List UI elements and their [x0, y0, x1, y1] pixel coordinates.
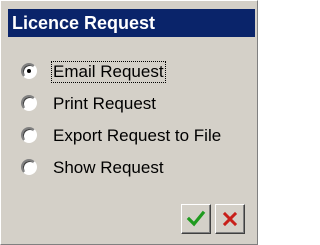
radio-button-export-request[interactable]	[21, 127, 37, 143]
radio-button-email-request[interactable]	[21, 63, 37, 79]
radio-label-email-request[interactable]: Email Request	[51, 61, 166, 83]
radio-button-print-request[interactable]	[21, 95, 37, 111]
checkmark-icon	[186, 210, 206, 227]
radio-selected-dot	[27, 69, 31, 73]
radio-label-print-request[interactable]: Print Request	[51, 93, 158, 115]
radio-label-show-request[interactable]: Show Request	[51, 157, 166, 179]
ok-button[interactable]	[181, 204, 211, 234]
licence-request-dialog: Licence Request Email Request Print Requ…	[0, 0, 258, 245]
radio-button-show-request[interactable]	[21, 159, 37, 175]
dialog-title: Licence Request	[8, 9, 255, 37]
radio-label-export-request[interactable]: Export Request to File	[51, 125, 223, 147]
cancel-button[interactable]	[215, 204, 245, 234]
x-icon	[222, 211, 238, 227]
